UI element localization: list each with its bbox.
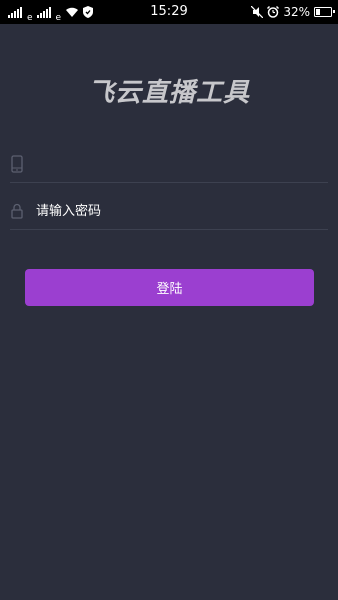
mute-icon xyxy=(251,6,264,18)
phone-icon xyxy=(10,154,24,174)
alarm-icon xyxy=(267,6,280,18)
app-logo: 飞云直播工具 xyxy=(87,78,250,108)
status-right-icons: 32% xyxy=(251,0,335,24)
shield-icon xyxy=(83,6,94,18)
login-button[interactable]: 登陆 xyxy=(25,269,314,306)
status-bar: e e 15:29 32% xyxy=(0,0,338,24)
status-left-icons: e e xyxy=(8,0,94,24)
signal-strength-icon xyxy=(8,6,22,18)
signal-strength-icon xyxy=(36,6,51,18)
battery-percent: 32% xyxy=(283,5,310,19)
network-type-icon: e xyxy=(27,13,33,23)
wifi-icon xyxy=(66,7,79,17)
lock-icon xyxy=(10,201,24,221)
battery-fill xyxy=(316,9,320,15)
password-input[interactable] xyxy=(36,196,328,226)
network-type-icon: e xyxy=(55,13,62,23)
phone-field-row xyxy=(10,146,328,183)
battery-icon xyxy=(314,7,335,17)
password-field-row xyxy=(10,193,328,230)
phone-input[interactable] xyxy=(36,149,328,179)
